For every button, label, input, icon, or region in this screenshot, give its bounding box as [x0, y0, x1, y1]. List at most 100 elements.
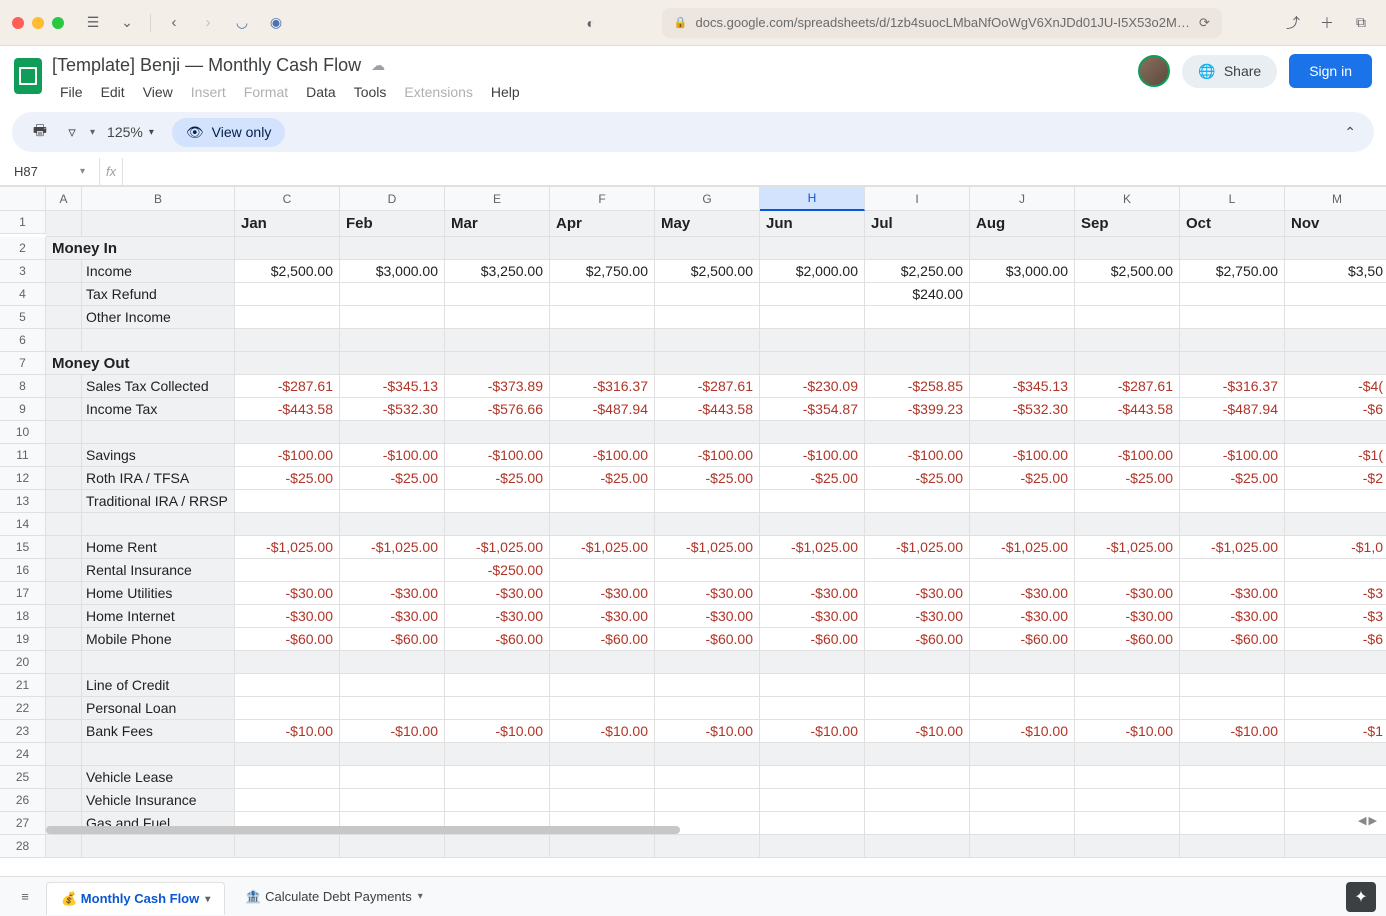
cell[interactable]: [655, 651, 760, 674]
cell[interactable]: [1285, 835, 1386, 858]
month-header-may[interactable]: May: [655, 211, 760, 237]
data-cell[interactable]: -$487.94: [1180, 398, 1285, 421]
data-cell[interactable]: $2,500.00: [655, 260, 760, 283]
cell[interactable]: [1180, 421, 1285, 444]
data-cell[interactable]: -$1,025.00: [1180, 536, 1285, 559]
row-header-20[interactable]: 20: [0, 651, 46, 674]
data-cell[interactable]: [550, 283, 655, 306]
data-cell[interactable]: [1180, 559, 1285, 582]
data-cell[interactable]: -$30.00: [550, 582, 655, 605]
data-cell[interactable]: -$25.00: [970, 467, 1075, 490]
cell[interactable]: [1075, 237, 1180, 260]
data-cell[interactable]: [1285, 490, 1386, 513]
data-cell[interactable]: -$373.89: [445, 375, 550, 398]
data-cell[interactable]: [1075, 283, 1180, 306]
column-header-G[interactable]: G: [655, 187, 760, 211]
data-cell[interactable]: -$30.00: [445, 605, 550, 628]
data-cell[interactable]: $2,250.00: [865, 260, 970, 283]
row-header-6[interactable]: 6: [0, 329, 46, 352]
row-header-25[interactable]: 25: [0, 766, 46, 789]
data-cell[interactable]: -$60.00: [340, 628, 445, 651]
cell[interactable]: [1180, 513, 1285, 536]
cell[interactable]: [82, 651, 235, 674]
address-bar[interactable]: 🔒 docs.google.com/spreadsheets/d/1zb4suo…: [662, 8, 1222, 38]
data-cell[interactable]: -$60.00: [865, 628, 970, 651]
row-label-roth[interactable]: Roth IRA / TFSA: [82, 467, 235, 490]
data-cell[interactable]: -$100.00: [340, 444, 445, 467]
cell[interactable]: [46, 697, 82, 720]
cell[interactable]: [970, 835, 1075, 858]
data-cell[interactable]: -$25.00: [760, 467, 865, 490]
data-cell[interactable]: [1180, 283, 1285, 306]
cell[interactable]: [46, 582, 82, 605]
data-cell[interactable]: -$1,025.00: [1075, 536, 1180, 559]
month-header-jul[interactable]: Jul: [865, 211, 970, 237]
data-cell[interactable]: -$10.00: [1180, 720, 1285, 743]
data-cell[interactable]: [760, 283, 865, 306]
filter-icon[interactable]: ▿: [58, 118, 86, 146]
data-cell[interactable]: [1180, 490, 1285, 513]
data-cell[interactable]: [445, 766, 550, 789]
data-cell[interactable]: [550, 490, 655, 513]
cell[interactable]: [235, 237, 340, 260]
row-header-9[interactable]: 9: [0, 398, 46, 421]
cell[interactable]: [46, 651, 82, 674]
all-sheets-icon[interactable]: ≡: [10, 882, 40, 912]
data-cell[interactable]: [1075, 789, 1180, 812]
row-header-12[interactable]: 12: [0, 467, 46, 490]
data-cell[interactable]: $2,500.00: [1075, 260, 1180, 283]
data-cell[interactable]: -$30.00: [865, 605, 970, 628]
column-header-J[interactable]: J: [970, 187, 1075, 211]
row-header-5[interactable]: 5: [0, 306, 46, 329]
forward-icon[interactable]: ›: [195, 10, 221, 36]
data-cell[interactable]: [970, 674, 1075, 697]
section-money-in[interactable]: Money In: [46, 237, 235, 260]
data-cell[interactable]: -$1,025.00: [760, 536, 865, 559]
cell[interactable]: [46, 605, 82, 628]
row-label-bank-fees[interactable]: Bank Fees: [82, 720, 235, 743]
data-cell[interactable]: -$443.58: [655, 398, 760, 421]
row-label-vlease[interactable]: Vehicle Lease: [82, 766, 235, 789]
data-cell[interactable]: -$30.00: [865, 582, 970, 605]
cell[interactable]: [760, 835, 865, 858]
column-header-H[interactable]: H: [760, 187, 865, 211]
row-label-other-income[interactable]: Other Income: [82, 306, 235, 329]
data-cell[interactable]: [970, 766, 1075, 789]
cell[interactable]: [655, 329, 760, 352]
cell[interactable]: [445, 513, 550, 536]
row-label-vins[interactable]: Vehicle Insurance: [82, 789, 235, 812]
reload-icon[interactable]: ⟳: [1199, 15, 1210, 31]
select-all-corner[interactable]: [0, 187, 46, 211]
data-cell[interactable]: [760, 789, 865, 812]
data-cell[interactable]: $240.00: [865, 283, 970, 306]
data-cell[interactable]: -$3: [1285, 605, 1386, 628]
data-cell[interactable]: -$25.00: [865, 467, 970, 490]
cell[interactable]: [970, 651, 1075, 674]
data-cell[interactable]: -$30.00: [1180, 605, 1285, 628]
row-header-26[interactable]: 26: [0, 789, 46, 812]
section-money-out[interactable]: Money Out: [46, 352, 235, 375]
cell[interactable]: [82, 513, 235, 536]
data-cell[interactable]: [340, 283, 445, 306]
cell[interactable]: [1285, 743, 1386, 766]
cell[interactable]: [970, 743, 1075, 766]
data-cell[interactable]: -$6: [1285, 628, 1386, 651]
data-cell[interactable]: [865, 766, 970, 789]
column-header-A[interactable]: A: [46, 187, 82, 211]
cell[interactable]: [1075, 743, 1180, 766]
data-cell[interactable]: [235, 789, 340, 812]
data-cell[interactable]: [340, 697, 445, 720]
data-cell[interactable]: [760, 766, 865, 789]
row-header-13[interactable]: 13: [0, 490, 46, 513]
row-label-home-net[interactable]: Home Internet: [82, 605, 235, 628]
data-cell[interactable]: -$25.00: [655, 467, 760, 490]
cell[interactable]: [46, 536, 82, 559]
data-cell[interactable]: -$100.00: [235, 444, 340, 467]
data-cell[interactable]: -$576.66: [445, 398, 550, 421]
data-cell[interactable]: $3,000.00: [970, 260, 1075, 283]
data-cell[interactable]: -$3: [1285, 582, 1386, 605]
cell[interactable]: [1180, 743, 1285, 766]
cell[interactable]: [865, 651, 970, 674]
row-header-16[interactable]: 16: [0, 559, 46, 582]
cell[interactable]: [46, 743, 82, 766]
